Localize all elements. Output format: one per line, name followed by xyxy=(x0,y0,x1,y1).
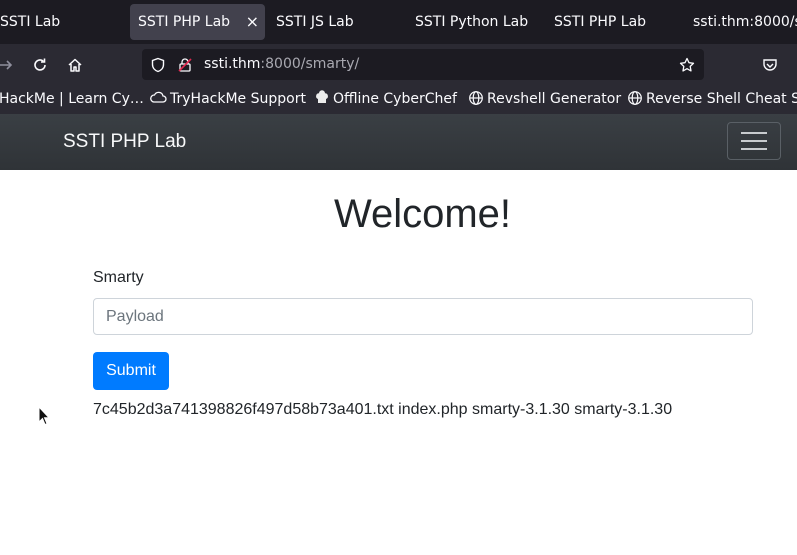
tab-ssti-python-lab[interactable]: SSTI Python Lab xyxy=(407,4,542,40)
url-bar[interactable]: ssti.thm:8000/smarty/ xyxy=(142,49,704,80)
shield-icon[interactable] xyxy=(148,49,168,80)
bookmark-label: Offline CyberChef xyxy=(333,91,457,107)
cloud-icon xyxy=(150,91,167,103)
tab-label: SSTI Python Lab xyxy=(415,14,529,30)
url-path: :8000/smarty/ xyxy=(260,56,360,72)
page-heading: Welcome! xyxy=(333,192,512,236)
bookmark-star-icon[interactable] xyxy=(677,49,697,80)
mouse-cursor-icon xyxy=(38,406,50,426)
close-tab-icon[interactable]: × xyxy=(246,4,259,40)
tab-label: SSTI JS Lab xyxy=(276,14,354,30)
tab-ssti-php-lab[interactable]: SSTI PHP Lab xyxy=(546,4,676,40)
site-navbar: SSTI PHP Lab xyxy=(0,114,797,170)
forward-icon[interactable] xyxy=(0,44,18,85)
tab-strip: SSTI Lab SSTI PHP Lab × SSTI JS Lab SSTI… xyxy=(0,0,797,44)
bookmark-reverse-shell-cheat-sheet[interactable]: Reverse Shell Cheat S… xyxy=(627,85,797,114)
tab-label: SSTI Lab xyxy=(0,14,61,30)
bookmark-tryhackme[interactable]: HackMe | Learn Cy… xyxy=(0,85,144,114)
bookmark-label: HackMe | Learn Cy… xyxy=(0,91,144,107)
bookmark-label: Reverse Shell Cheat S… xyxy=(646,91,797,107)
hamburger-icon-bar xyxy=(741,140,767,142)
payload-output: 7c45b2d3a741398826f497d58b73a401.txt ind… xyxy=(93,401,673,418)
bookmark-tryhackme-support[interactable]: TryHackMe Support xyxy=(150,85,306,114)
globe-icon xyxy=(628,91,642,105)
pocket-icon[interactable] xyxy=(758,44,782,85)
bookmark-revshell-generator[interactable]: Revshell Generator xyxy=(468,85,621,114)
tab-label: ssti.thm:8000/smarty/ xyxy=(693,14,797,30)
navbar-brand[interactable]: SSTI PHP Lab xyxy=(63,114,186,170)
tab-ssti-lab[interactable]: SSTI Lab xyxy=(0,4,112,40)
bookmark-offline-cyberchef[interactable]: Offline CyberChef xyxy=(314,85,457,114)
url-host: ssti.thm xyxy=(204,56,261,72)
navbar-toggler-button[interactable] xyxy=(727,122,781,160)
tab-ssti-php-lab-active[interactable]: SSTI PHP Lab × xyxy=(130,4,265,40)
hamburger-icon-bar xyxy=(741,148,767,150)
globe-icon xyxy=(469,91,483,105)
bookmark-label: TryHackMe Support xyxy=(170,91,306,107)
insecure-lock-icon[interactable] xyxy=(175,49,195,80)
tab-ssti-js-lab[interactable]: SSTI JS Lab xyxy=(268,4,398,40)
bookmarks-toolbar: HackMe | Learn Cy… TryHackMe Support Off… xyxy=(0,85,797,114)
chef-icon xyxy=(316,90,328,103)
tab-label: SSTI PHP Lab xyxy=(138,14,231,30)
payload-field-label: Smarty xyxy=(93,269,144,286)
reload-icon[interactable] xyxy=(28,44,52,85)
home-icon[interactable] xyxy=(63,44,87,85)
payload-input[interactable] xyxy=(93,298,753,335)
url-text[interactable]: ssti.thm:8000/smarty/ xyxy=(204,49,359,80)
navigation-toolbar: ssti.thm:8000/smarty/ xyxy=(0,44,797,85)
bookmark-label: Revshell Generator xyxy=(487,91,622,107)
hamburger-icon-bar xyxy=(741,132,767,134)
submit-button[interactable]: Submit xyxy=(93,352,169,390)
tab-smarty-url[interactable]: ssti.thm:8000/smarty/ xyxy=(685,4,797,40)
tab-label: SSTI PHP Lab xyxy=(554,14,647,30)
